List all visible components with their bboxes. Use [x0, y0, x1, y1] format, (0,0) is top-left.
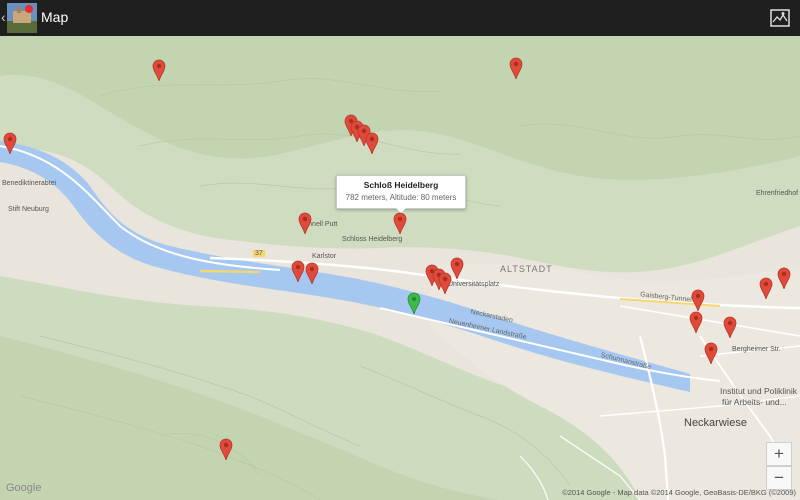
- poi-label: Institut und Poliklinik: [720, 386, 798, 396]
- google-logo: Google: [6, 482, 42, 494]
- map-marker-red[interactable]: [365, 132, 379, 154]
- map-marker-red[interactable]: [509, 57, 523, 79]
- map-label: Universitätsplatz: [448, 281, 500, 288]
- road-shield: 37: [253, 250, 265, 257]
- map-marker-red-selected[interactable]: [393, 212, 407, 234]
- map-label: Stift Neuburg: [8, 206, 49, 213]
- map-label: Benediktinerabtei: [2, 180, 57, 187]
- map-marker-red[interactable]: [298, 212, 312, 234]
- map-label: Schloss Heidelberg: [342, 236, 403, 243]
- map-label: Karlstor: [312, 253, 337, 260]
- info-window-title: Schloß Heidelberg: [363, 180, 439, 190]
- zoom-out-button[interactable]: −: [766, 466, 792, 490]
- back-chevron-icon[interactable]: ‹: [1, 9, 6, 25]
- map-marker-red[interactable]: [689, 311, 703, 333]
- zoom-in-button[interactable]: +: [766, 442, 792, 466]
- info-window-tail: [395, 207, 407, 213]
- street-label: Bergheimer Str.: [732, 346, 781, 353]
- app-icon[interactable]: [7, 3, 37, 33]
- map-marker-red[interactable]: [305, 262, 319, 284]
- map-marker-red[interactable]: [777, 267, 791, 289]
- action-bar: ‹ Map: [0, 0, 800, 36]
- map-type-icon[interactable]: [770, 8, 790, 28]
- map-marker-red[interactable]: [152, 59, 166, 81]
- map-marker-red[interactable]: [219, 438, 233, 460]
- page-title: Map: [41, 9, 69, 25]
- map-marker-red[interactable]: [450, 257, 464, 279]
- district-label: ALTSTADT: [500, 264, 553, 274]
- map-view[interactable]: Benediktinerabtei Stift Neuburg Schnell …: [0, 36, 800, 500]
- map-marker-red[interactable]: [759, 277, 773, 299]
- marker-info-window[interactable]: Schloß Heidelberg 782 meters, Altitude: …: [336, 175, 466, 213]
- poi-label: Ehrenfriedhof: [756, 190, 799, 197]
- map-canvas: [0, 36, 800, 500]
- info-window-subtitle: 782 meters, Altitude: 80 meters: [345, 193, 457, 202]
- map-marker-red[interactable]: [723, 316, 737, 338]
- map-copyright: ©2014 Google - Map data ©2014 Google, Ge…: [562, 488, 796, 497]
- map-marker-red[interactable]: [704, 342, 718, 364]
- poi-label: für Arbeits- und...: [722, 397, 787, 407]
- map-marker-red[interactable]: [3, 132, 17, 154]
- map-marker-green[interactable]: [407, 292, 421, 314]
- map-marker-red[interactable]: [291, 260, 305, 282]
- poi-label: Neckarwiese: [684, 417, 747, 429]
- map-marker-red[interactable]: [691, 289, 705, 311]
